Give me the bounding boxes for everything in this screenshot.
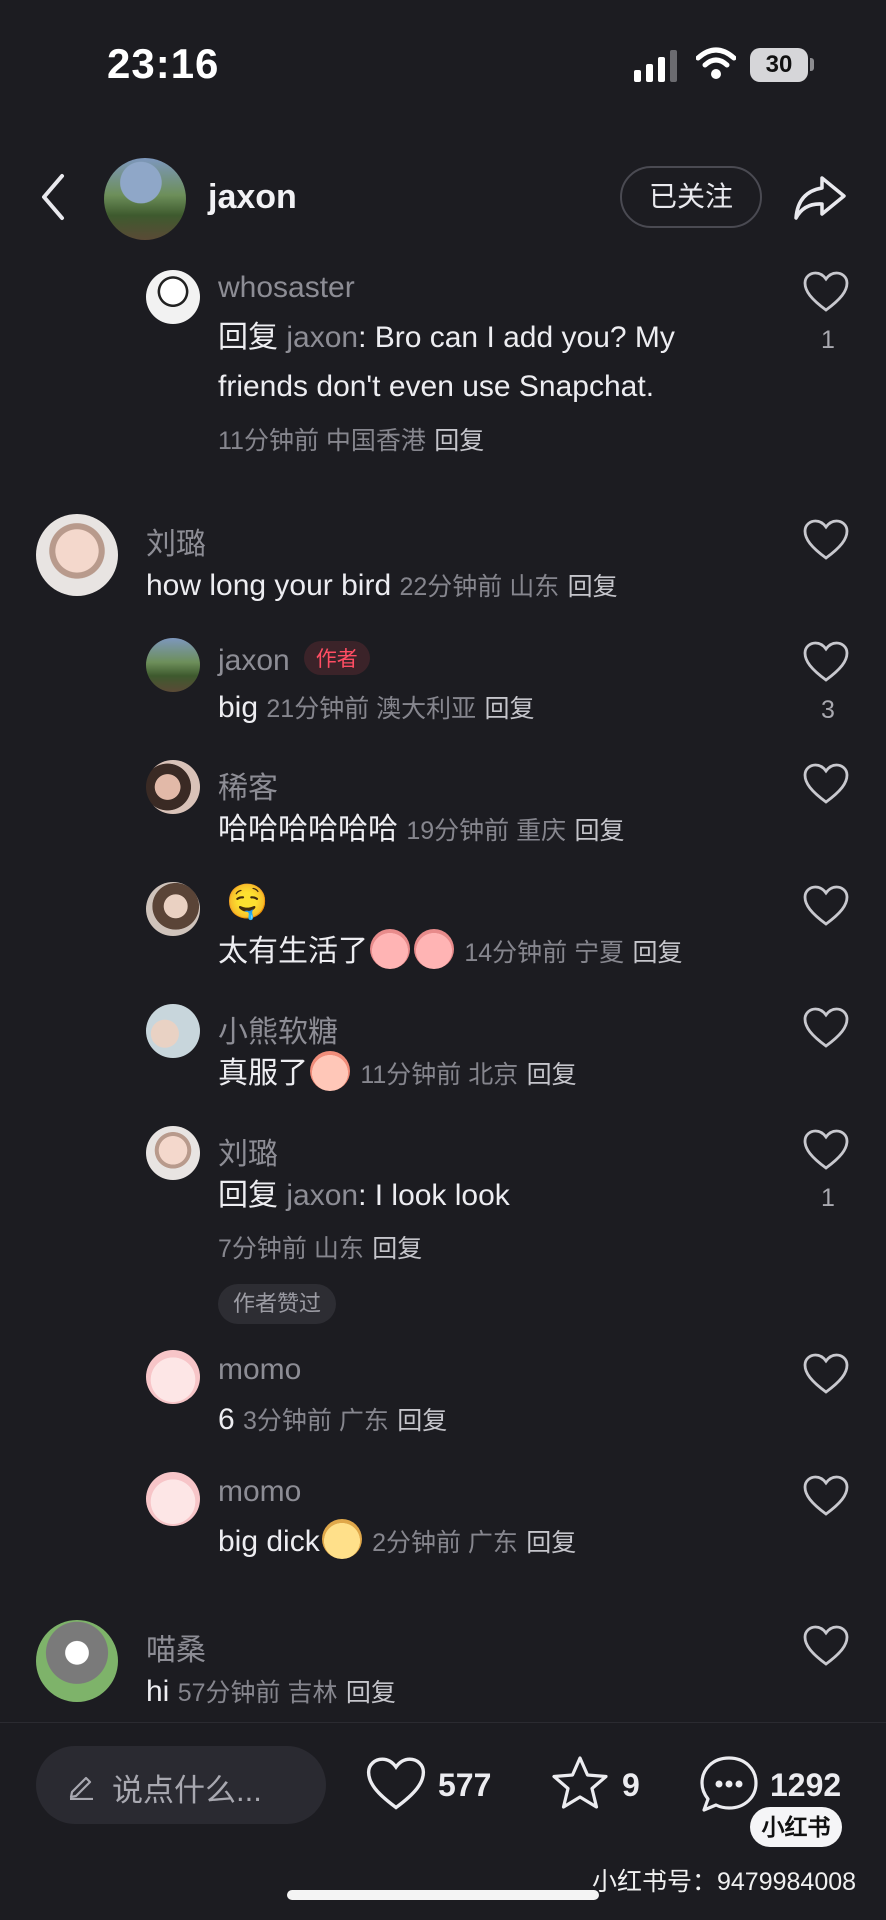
comment-text: hi 57分钟前 吉林 回复 [146, 1675, 396, 1708]
battery-tip [810, 58, 814, 71]
reply-button[interactable]: 回复 [526, 1529, 576, 1557]
avatar[interactable] [146, 882, 200, 936]
commenter-name[interactable]: 刘璐 [218, 1129, 278, 1173]
comment-input-placeholder[interactable]: 说点什么... [112, 1765, 262, 1810]
comment-bubble-icon[interactable] [698, 1754, 760, 1814]
status-time: 23:16 [107, 40, 220, 87]
comment-meta: 7分钟前 山东 回复 [218, 1235, 423, 1263]
heart-icon[interactable] [803, 271, 849, 313]
reply-button[interactable]: 回复 [574, 817, 624, 845]
watermark-id: 小红书号：9479984008 [592, 1868, 857, 1896]
heart-icon[interactable] [366, 1756, 426, 1812]
battery-level: 30 [750, 48, 808, 82]
heart-icon[interactable] [803, 1625, 849, 1667]
avatar[interactable] [146, 1472, 200, 1526]
avatar[interactable] [36, 1620, 118, 1702]
author-name[interactable]: jaxon [208, 178, 297, 217]
heart-icon[interactable] [803, 1007, 849, 1049]
avatar[interactable] [146, 638, 200, 692]
heart-icon[interactable] [803, 1475, 849, 1517]
heart-icon[interactable] [803, 641, 849, 683]
crying-emoji-icon [370, 929, 410, 969]
commenter-name[interactable]: 刘璐 [146, 519, 206, 563]
avatar[interactable] [146, 1004, 200, 1058]
avatar[interactable] [36, 514, 118, 596]
pencil-icon [69, 1776, 93, 1800]
avatar[interactable] [146, 1126, 200, 1180]
comment-text: 6 3分钟前 广东 回复 [218, 1403, 448, 1436]
mention-link[interactable]: jaxon [286, 1179, 358, 1212]
follow-button[interactable]: 已关注 [620, 166, 762, 228]
comment-text: 真服了 11分钟前 北京 回复 [218, 1050, 577, 1099]
reply-button[interactable]: 回复 [527, 1061, 577, 1089]
commenter-name[interactable]: 小熊软糖 [218, 1007, 338, 1051]
shocked-emoji-icon [310, 1051, 350, 1091]
commenter-name[interactable]: jaxon 作者 [218, 641, 370, 678]
heart-icon[interactable] [803, 1353, 849, 1395]
commenter-name[interactable]: whosaster [218, 271, 355, 305]
avatar[interactable] [146, 270, 200, 324]
bottom-divider [0, 1722, 886, 1723]
reply-button[interactable]: 回复 [397, 1407, 447, 1435]
reply-button[interactable]: 回复 [632, 939, 682, 967]
comment-meta: 11分钟前 中国香港 回复 [218, 427, 485, 455]
star-icon[interactable] [550, 1754, 610, 1812]
reply-button[interactable]: 回复 [372, 1235, 422, 1263]
heart-icon[interactable] [803, 1129, 849, 1171]
comment-text: 太有生活了 14分钟前 宁夏 回复 [218, 928, 682, 977]
wifi-icon [696, 47, 736, 79]
comment-text: 回复 jaxon: Bro can I add you? My [218, 321, 675, 354]
commenter-name[interactable]: 稀客 [218, 763, 278, 807]
like-total: 577 [438, 1767, 492, 1803]
commenter-name[interactable]: momo [218, 1475, 301, 1509]
like-count: 3 [821, 696, 835, 724]
home-indicator[interactable] [287, 1890, 599, 1900]
comment-text: big dick 2分钟前 广东 回复 [218, 1518, 576, 1567]
comment-text-line2: friends don't even use Snapchat. [218, 370, 655, 403]
commenter-name[interactable]: 🤤 [226, 882, 268, 922]
star-total: 9 [622, 1767, 640, 1803]
smirk-emoji-icon [321, 1519, 362, 1559]
author-liked-badge: 作者赞过 [218, 1284, 336, 1324]
comment-text: 哈哈哈哈哈哈 19分钟前 重庆 回复 [218, 813, 625, 846]
comment-total: 1292 [770, 1767, 842, 1803]
reply-button[interactable]: 回复 [434, 427, 484, 455]
comment-text: big 21分钟前 澳大利亚 回复 [218, 691, 535, 724]
author-avatar[interactable] [104, 158, 186, 240]
author-badge: 作者 [303, 641, 370, 675]
share-arrow-icon[interactable] [792, 172, 848, 222]
reply-button[interactable]: 回复 [346, 1679, 396, 1707]
back-arrow-icon[interactable] [38, 172, 68, 222]
like-count: 1 [821, 1184, 835, 1212]
commenter-name[interactable]: 喵桑 [146, 1625, 206, 1669]
comment-text: how long your bird 22分钟前 山东 回复 [146, 569, 618, 602]
reply-button[interactable]: 回复 [485, 695, 535, 723]
heart-icon[interactable] [803, 885, 849, 927]
comment-text: 回复 jaxon: I look look [218, 1179, 510, 1212]
watermark-logo: 小红书 [750, 1807, 842, 1847]
heart-icon[interactable] [803, 763, 849, 805]
avatar[interactable] [146, 760, 200, 814]
avatar[interactable] [146, 1350, 200, 1404]
mention-link[interactable]: jaxon [286, 321, 358, 354]
signal-icon [634, 50, 677, 82]
heart-icon[interactable] [803, 519, 849, 561]
reply-button[interactable]: 回复 [568, 573, 618, 601]
commenter-name[interactable]: momo [218, 1353, 301, 1387]
crying-emoji-icon [414, 929, 454, 969]
like-count: 1 [821, 326, 835, 354]
